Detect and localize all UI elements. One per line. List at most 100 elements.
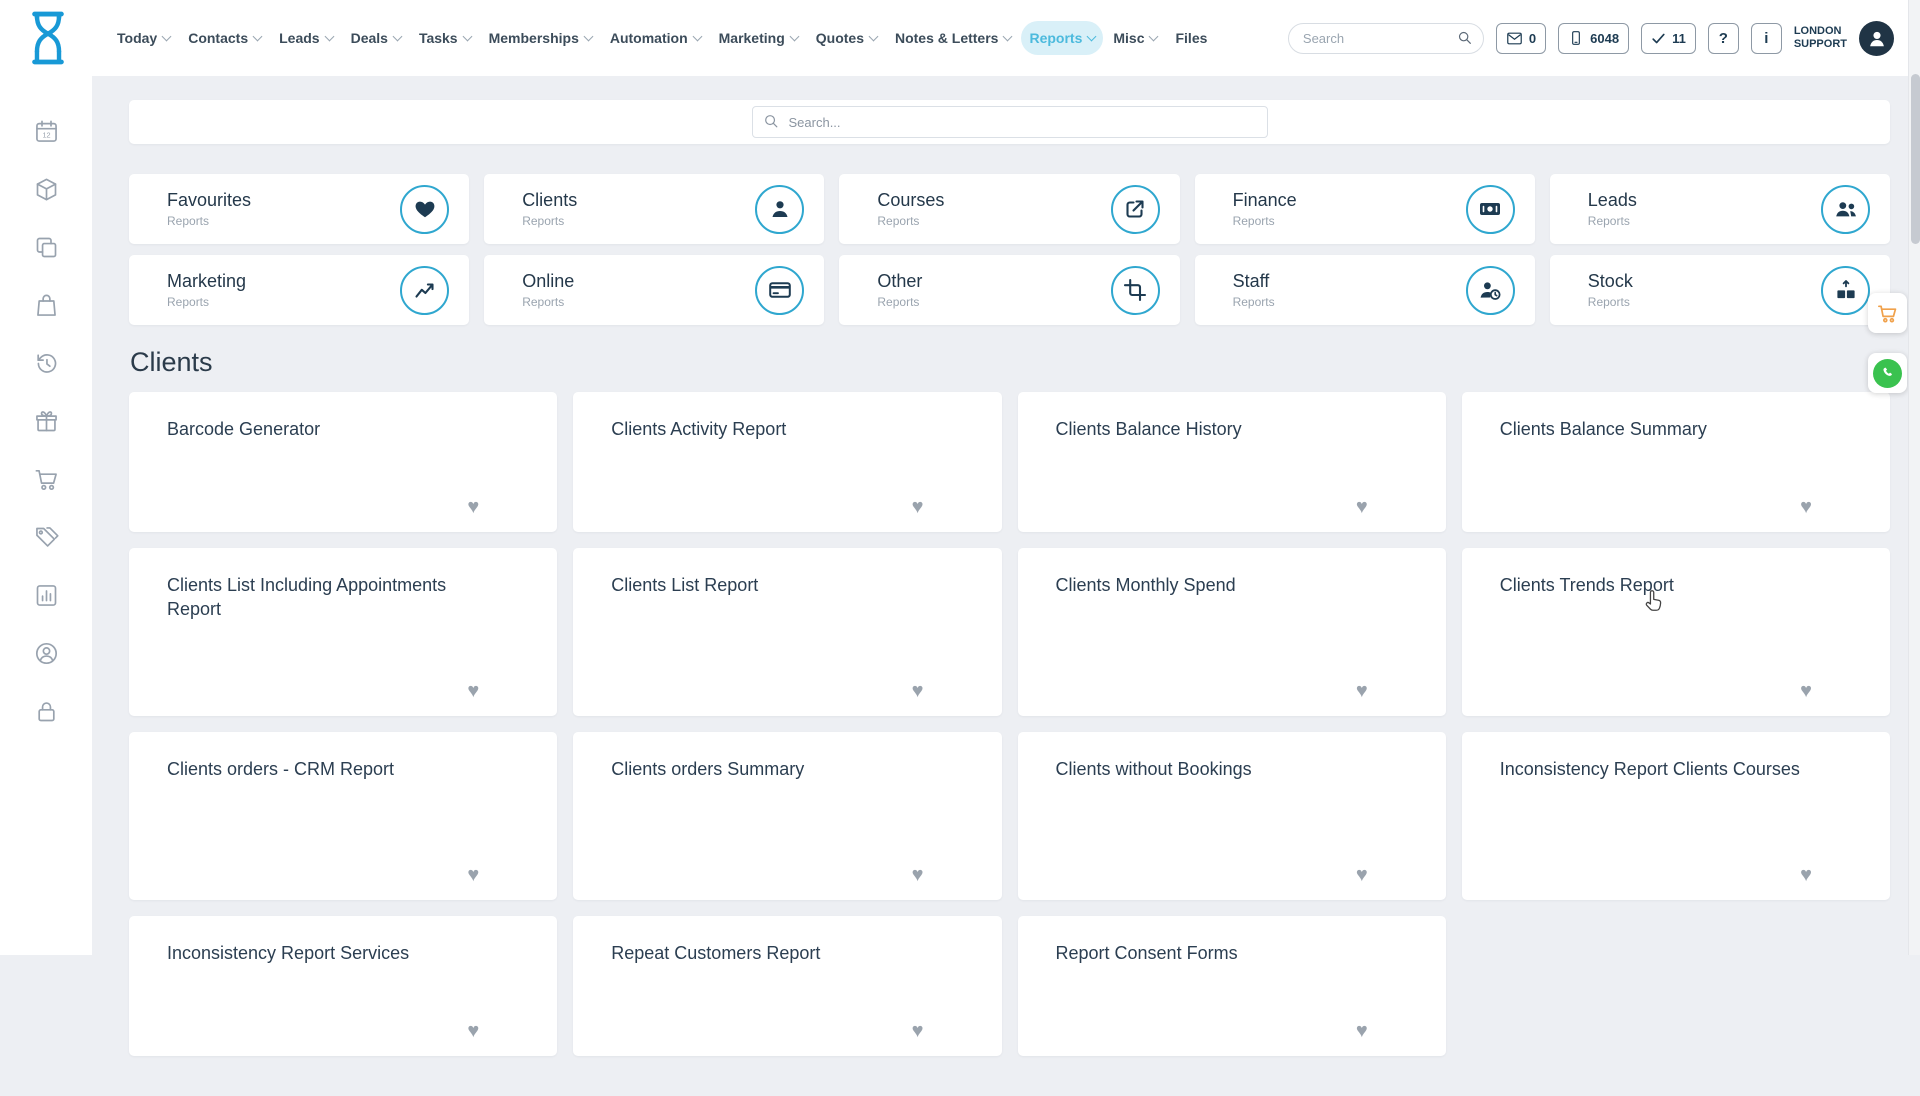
chevron-down-icon	[1003, 31, 1013, 41]
scrollbar[interactable]	[1908, 0, 1920, 955]
history-icon[interactable]	[33, 350, 60, 377]
avatar[interactable]	[1859, 21, 1894, 56]
phone-badge[interactable]: 6048	[1558, 23, 1629, 54]
nav-item-files[interactable]: Files	[1167, 21, 1215, 55]
favourite-heart-icon[interactable]: ♥	[912, 680, 924, 702]
favourite-heart-icon[interactable]: ♥	[467, 864, 479, 886]
nav-label: Quotes	[816, 30, 864, 46]
whatsapp-button[interactable]	[1868, 353, 1907, 393]
app-logo-icon[interactable]	[25, 9, 71, 67]
tasks-badge[interactable]: 11	[1641, 23, 1696, 54]
nav-item-misc[interactable]: Misc	[1105, 21, 1165, 55]
nav-label: Contacts	[188, 30, 248, 46]
lock-icon[interactable]	[33, 698, 60, 725]
report-card[interactable]: Clients Trends Report♥	[1462, 548, 1890, 716]
favourite-heart-icon[interactable]: ♥	[912, 1020, 924, 1042]
report-card[interactable]: Report Consent Forms♥	[1018, 916, 1446, 1056]
account-line2: SUPPORT	[1794, 38, 1847, 51]
mail-badge[interactable]: 0	[1496, 23, 1546, 54]
nav-label: Reports	[1029, 30, 1082, 46]
report-title: Clients List Report	[611, 573, 946, 597]
reports-search-input[interactable]	[752, 106, 1268, 138]
category-card-marketing[interactable]: MarketingReports	[129, 255, 469, 325]
category-card-leads[interactable]: LeadsReports	[1550, 174, 1890, 244]
cart-icon[interactable]	[33, 466, 60, 493]
category-subtitle: Reports	[167, 214, 400, 228]
category-card-online[interactable]: OnlineReports	[484, 255, 824, 325]
calendar-icon[interactable]: 12	[33, 118, 60, 145]
favourite-heart-icon[interactable]: ♥	[467, 680, 479, 702]
nav-item-automation[interactable]: Automation	[602, 21, 709, 55]
favourite-heart-icon[interactable]: ♥	[1356, 864, 1368, 886]
whatsapp-icon	[1873, 359, 1902, 388]
favourite-heart-icon[interactable]: ♥	[1800, 864, 1812, 886]
info-button[interactable]: i	[1751, 23, 1782, 54]
category-card-courses[interactable]: CoursesReports	[839, 174, 1179, 244]
category-title: Staff	[1233, 271, 1466, 292]
favourite-heart-icon[interactable]: ♥	[1356, 1020, 1368, 1042]
left-sidebar: 12	[0, 76, 92, 955]
help-button[interactable]: ?	[1708, 23, 1739, 54]
report-title: Barcode Generator	[167, 417, 502, 441]
info-label: i	[1764, 30, 1768, 47]
reports-search	[752, 106, 1268, 138]
category-subtitle: Reports	[522, 295, 755, 309]
report-card[interactable]: Repeat Customers Report♥	[573, 916, 1001, 1056]
report-card[interactable]: Clients orders Summary♥	[573, 732, 1001, 900]
reports-grid: Barcode Generator ♥ Clients Activity Repo…	[129, 392, 1890, 1096]
nav-item-tasks[interactable]: Tasks	[411, 21, 479, 55]
category-card-favourites[interactable]: FavouritesReports	[129, 174, 469, 244]
nav-item-contacts[interactable]: Contacts	[180, 21, 269, 55]
favourite-heart-icon[interactable]: ♥	[1356, 680, 1368, 702]
cart-button[interactable]	[1868, 293, 1907, 333]
report-card[interactable]: Clients List Including Appointments Repo…	[129, 548, 557, 716]
nav-item-today[interactable]: Today	[109, 21, 178, 55]
favourite-heart-icon[interactable]: ♥	[1800, 680, 1812, 702]
report-card[interactable]: Clients Activity Report♥	[573, 392, 1001, 532]
report-card[interactable]: Clients Balance Summary♥	[1462, 392, 1890, 532]
report-card[interactable]: Clients List Report ♥	[573, 548, 1001, 716]
report-card[interactable]: Clients orders - CRM Report♥	[129, 732, 557, 900]
header-search-input[interactable]	[1303, 31, 1457, 46]
category-card-staff[interactable]: StaffReports	[1195, 255, 1535, 325]
gift-icon[interactable]	[33, 408, 60, 435]
search-icon[interactable]	[1457, 30, 1473, 46]
external-link-icon	[1123, 197, 1147, 221]
package-icon[interactable]	[33, 176, 60, 203]
report-card[interactable]: Clients without Bookings♥	[1018, 732, 1446, 900]
shopping-bag-icon[interactable]	[33, 292, 60, 319]
category-card-stock[interactable]: StockReports	[1550, 255, 1890, 325]
chevron-down-icon	[869, 31, 879, 41]
nav-item-quotes[interactable]: Quotes	[808, 21, 885, 55]
favourite-heart-icon[interactable]: ♥	[912, 496, 924, 518]
chevron-down-icon	[583, 31, 593, 41]
report-card[interactable]: Inconsistency Report Services♥	[129, 916, 557, 1056]
nav-label: Memberships	[489, 30, 579, 46]
user-circle-icon[interactable]	[33, 640, 60, 667]
category-card-clients[interactable]: ClientsReports	[484, 174, 824, 244]
favourite-heart-icon[interactable]: ♥	[467, 1020, 479, 1042]
nav-item-deals[interactable]: Deals	[343, 21, 409, 55]
favourite-heart-icon[interactable]: ♥	[1800, 496, 1812, 518]
copy-icon[interactable]	[33, 234, 60, 261]
nav-item-reports[interactable]: Reports	[1021, 21, 1103, 55]
scrollbar-thumb[interactable]	[1911, 74, 1920, 244]
nav-item-leads[interactable]: Leads	[271, 21, 340, 55]
category-card-finance[interactable]: FinanceReports	[1195, 174, 1535, 244]
report-card[interactable]: Clients Balance History♥	[1018, 392, 1446, 532]
report-card[interactable]: Barcode Generator ♥	[129, 392, 557, 532]
category-card-other[interactable]: OtherReports	[839, 255, 1179, 325]
report-card[interactable]: Inconsistency Report Clients Courses♥	[1462, 732, 1890, 900]
report-card[interactable]: Clients Monthly Spend♥	[1018, 548, 1446, 716]
nav-item-memberships[interactable]: Memberships	[481, 21, 600, 55]
favourite-heart-icon[interactable]: ♥	[467, 496, 479, 518]
category-icon-circle	[1821, 185, 1870, 234]
phone-count: 6048	[1590, 31, 1619, 46]
favourite-heart-icon[interactable]: ♥	[912, 864, 924, 886]
favourite-heart-icon[interactable]: ♥	[1356, 496, 1368, 518]
tag-icon[interactable]	[33, 524, 60, 551]
crop-icon	[1123, 278, 1147, 302]
nav-item-notes-letters[interactable]: Notes & Letters	[887, 21, 1019, 55]
report-chart-icon[interactable]	[33, 582, 60, 609]
nav-item-marketing[interactable]: Marketing	[711, 21, 806, 55]
